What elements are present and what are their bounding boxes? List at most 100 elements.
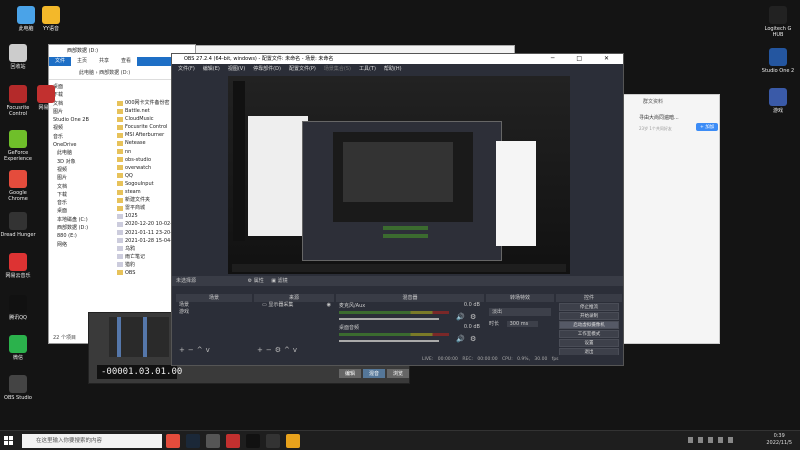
desktop-icon[interactable]: 回收站 bbox=[0, 44, 36, 70]
control-button[interactable]: 停止推流 bbox=[559, 303, 619, 311]
desktop-icon[interactable]: Dread Hunger bbox=[0, 212, 36, 238]
control-button[interactable]: 设置 bbox=[559, 339, 619, 347]
gear-icon[interactable]: ⚙ bbox=[248, 278, 252, 284]
volume-slider[interactable] bbox=[339, 318, 439, 320]
filter-icon[interactable]: ▣ bbox=[271, 278, 276, 284]
transitions-dock[interactable]: 转场特效 淡出 时长 300 ms bbox=[486, 294, 554, 354]
menu-item[interactable]: 帮助(H) bbox=[384, 64, 402, 74]
daw-tab-browse[interactable]: 浏览 bbox=[387, 369, 409, 378]
nav-item[interactable]: 视频 bbox=[53, 166, 107, 174]
gear-icon[interactable]: ⚙ bbox=[470, 335, 476, 343]
fader-1[interactable] bbox=[117, 317, 121, 357]
nav-item[interactable]: 880 (E:) bbox=[53, 232, 107, 240]
menu-item[interactable]: 停靠部件(D) bbox=[253, 64, 281, 74]
duration-row[interactable]: 时长 300 ms bbox=[489, 320, 551, 328]
obs-menubar[interactable]: 文件(F) 编辑(E) 视图(V) 停靠部件(D) 配置文件(P) 场景集合(S) 工具(T… bbox=[172, 64, 623, 74]
scenes-dock[interactable]: 场景 场景 游戏 +−^v bbox=[176, 294, 252, 354]
menu-item[interactable]: 配置文件(P) bbox=[289, 64, 316, 74]
nav-item[interactable]: 西部数据 (D:) bbox=[53, 224, 107, 232]
nav-item[interactable]: 音乐 bbox=[53, 133, 107, 141]
scene-actions[interactable]: +−^v bbox=[176, 346, 252, 354]
chat-window[interactable]: 群文资料 寻由大尚同遍暗... + 加加 23岁 1个共同好友 bbox=[620, 94, 720, 344]
nav-item[interactable]: 桌面 bbox=[53, 207, 107, 215]
ribbon-tab-file[interactable]: 文件 bbox=[49, 57, 71, 66]
desktop-icon[interactable]: Logitech G HUB bbox=[760, 6, 796, 38]
source-item[interactable]: ▭ 显示器采集 ◉ bbox=[254, 302, 334, 309]
mixer-dock[interactable]: 混音器 麦克风/Aux 0.0 dB 🔊 ⚙ 桌面音频 0.0 dB 🔊 ⚙ bbox=[336, 294, 484, 354]
ribbon-tab-view[interactable]: 查看 bbox=[115, 57, 138, 66]
desktop-icon[interactable]: YY语音 bbox=[33, 6, 69, 32]
desktop-icon[interactable]: OBS Studio bbox=[0, 375, 36, 401]
control-button[interactable]: 开始录制 bbox=[559, 312, 619, 320]
menu-item[interactable]: 视图(V) bbox=[228, 64, 245, 74]
nav-item[interactable]: 图片 bbox=[53, 174, 107, 182]
nav-item[interactable]: OneDrive bbox=[53, 141, 107, 149]
control-button[interactable]: 启动虚拟摄像机 bbox=[559, 321, 619, 329]
taskbar-app-icon[interactable] bbox=[246, 434, 260, 448]
desktop-icon[interactable]: 网易云音乐 bbox=[0, 253, 36, 279]
menu-item[interactable]: 编辑(E) bbox=[203, 64, 220, 74]
desktop-icon[interactable]: 腾讯QQ bbox=[0, 295, 36, 321]
duration-input[interactable]: 300 ms bbox=[506, 321, 539, 327]
mixer-track-desktop[interactable]: 桌面音频 0.0 dB 🔊 ⚙ bbox=[336, 324, 484, 346]
nav-item[interactable]: Studio One 2B bbox=[53, 116, 107, 124]
nav-item[interactable]: 本地磁盘 (C:) bbox=[53, 216, 107, 224]
desktop-icon[interactable]: GeForce Experience bbox=[0, 130, 36, 162]
taskbar-app-icon[interactable] bbox=[206, 434, 220, 448]
desktop-icon[interactable]: 网易云 bbox=[28, 85, 64, 111]
ribbon-tab-home[interactable]: 主页 bbox=[71, 57, 94, 66]
daw-tab-mix[interactable]: 混音 bbox=[363, 369, 385, 378]
taskbar-app-icon[interactable] bbox=[286, 434, 300, 448]
controls-dock[interactable]: 控件 停止推流 开始录制 启动虚拟摄像机 工作室模式 设置 退出 bbox=[556, 294, 622, 356]
transition-select[interactable]: 淡出 bbox=[489, 308, 551, 316]
desktop-icon[interactable]: 微信 bbox=[0, 335, 36, 361]
nav-item[interactable]: 3D 对象 bbox=[53, 158, 107, 166]
taskbar-app-icon[interactable] bbox=[226, 434, 240, 448]
navigation-pane[interactable]: 桌面 下载 文档 图片 Studio One 2B 视频 音乐 OneDrive 此电脑 3D 对… bbox=[49, 83, 107, 329]
taskbar-search-input[interactable]: 在这里输入你要搜索的内容 bbox=[22, 434, 162, 448]
volume-slider[interactable] bbox=[339, 340, 439, 342]
windows-start-icon[interactable] bbox=[4, 436, 13, 445]
control-button[interactable]: 工作室模式 bbox=[559, 330, 619, 338]
system-tray-icons[interactable] bbox=[688, 437, 733, 443]
nav-item[interactable]: 网络 bbox=[53, 241, 107, 249]
daw-view-tabs[interactable]: 编辑 混音 浏览 bbox=[339, 369, 409, 378]
clock[interactable]: 0:39 2022/11/5 bbox=[766, 433, 792, 447]
menu-item[interactable]: 场景集合(S) bbox=[324, 64, 351, 74]
desktop-icon[interactable]: Studio One 2 bbox=[760, 48, 796, 74]
nav-item[interactable]: 下载 bbox=[53, 191, 107, 199]
source-actions[interactable]: +−⚙^v bbox=[254, 346, 334, 354]
nav-item[interactable]: 文档 bbox=[53, 183, 107, 191]
mixer-track-mic[interactable]: 麦克风/Aux 0.0 dB 🔊 ⚙ bbox=[336, 302, 484, 324]
nav-item[interactable]: 视频 bbox=[53, 124, 107, 132]
menu-item[interactable]: 工具(T) bbox=[359, 64, 376, 74]
scene-item[interactable]: 场景 bbox=[176, 302, 252, 309]
desktop-icon[interactable]: Google Chrome bbox=[0, 170, 36, 202]
desktop-icon[interactable]: 游戏 bbox=[760, 88, 796, 114]
join-button[interactable]: + 加加 bbox=[696, 123, 719, 131]
fader-2[interactable] bbox=[143, 317, 147, 357]
tray-icon[interactable] bbox=[708, 437, 713, 443]
taskbar-app-icon[interactable] bbox=[166, 434, 180, 448]
tray-icon[interactable] bbox=[688, 437, 693, 443]
taskbar-app-icon[interactable] bbox=[186, 434, 200, 448]
sources-dock[interactable]: 来源 ▭ 显示器采集 ◉ +−⚙^v bbox=[254, 294, 334, 354]
speaker-icon[interactable]: 🔊 bbox=[456, 335, 465, 343]
obs-window[interactable]: OBS 27.2.4 (64-bit, windows) - 配置文件: 未命名… bbox=[171, 53, 624, 366]
tray-icon[interactable] bbox=[718, 437, 723, 443]
menu-item[interactable]: 文件(F) bbox=[178, 64, 195, 74]
eye-icon[interactable]: ◉ bbox=[327, 302, 331, 309]
tray-icon[interactable] bbox=[698, 437, 703, 443]
window-controls[interactable]: ─ □ ✕ bbox=[551, 54, 619, 64]
nav-item[interactable]: 此电脑 bbox=[53, 149, 107, 157]
nav-item[interactable]: 音乐 bbox=[53, 199, 107, 207]
obs-preview[interactable] bbox=[228, 76, 570, 274]
gear-icon[interactable]: ⚙ bbox=[470, 313, 476, 321]
filters-button[interactable]: 滤镜 bbox=[278, 278, 288, 284]
ribbon-tab-share[interactable]: 共享 bbox=[93, 57, 116, 66]
scene-item[interactable]: 游戏 bbox=[176, 309, 252, 316]
tray-icon[interactable] bbox=[728, 437, 733, 443]
daw-tab-edit[interactable]: 编辑 bbox=[339, 369, 361, 378]
taskbar-app-icon[interactable] bbox=[266, 434, 280, 448]
taskbar-apps[interactable] bbox=[166, 434, 300, 448]
